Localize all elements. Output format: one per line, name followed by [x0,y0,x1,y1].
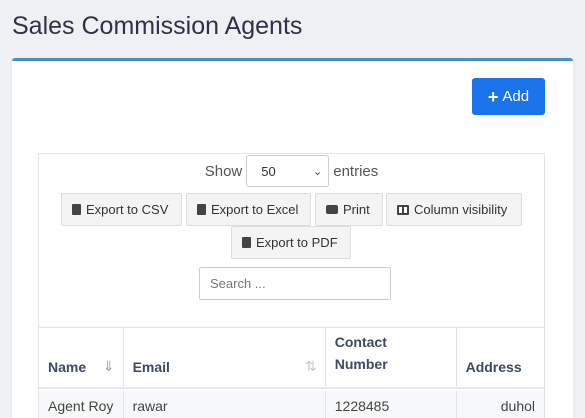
show-label: Show [204,162,243,180]
column-header-contact-line2: Number [334,356,388,372]
export-csv-button[interactable]: Export to CSV [61,193,182,226]
print-icon [326,205,338,214]
export-excel-label: Export to Excel [211,202,299,217]
export-pdf-label: Export to PDF [256,235,338,250]
datatable-wrapper: Show 50 ⌄ entries Export to CSV Export t… [38,153,545,418]
columns-icon [397,204,409,215]
entries-length-control: Show 50 ⌄ entries [39,154,544,188]
print-button[interactable]: Print [315,193,383,226]
excel-file-icon [197,204,206,215]
column-header-address-label: Address [465,359,522,375]
column-visibility-label: Column visibility [414,202,508,217]
column-header-contact-line1: Contact [334,334,387,350]
table-header: Name ⇓ Email ⇅ Contact Number Address [39,327,544,389]
column-header-address[interactable]: Address [457,328,544,387]
cell-contact: 1228485 [326,391,457,418]
agents-card: + Add Show 50 ⌄ entries Export to CSV Ex… [12,58,573,418]
entries-label: entries [333,162,379,180]
export-pdf-button[interactable]: Export to PDF [231,226,351,259]
table-row[interactable]: Agent Roy rawar 1228485 duhol [39,391,544,418]
add-button[interactable]: + Add [472,78,545,115]
column-header-email[interactable]: Email ⇅ [124,328,326,387]
column-header-name-label: Name [48,359,87,375]
export-csv-label: Export to CSV [86,202,169,217]
csv-file-icon [72,204,81,215]
column-header-contact-number[interactable]: Contact Number [326,328,457,387]
column-header-email-label: Email [132,359,170,375]
add-button-label: Add [502,88,530,105]
entries-select-value: 50 [261,163,276,179]
sort-asc-icon: ⇓ [102,358,115,374]
export-excel-button[interactable]: Export to Excel [186,193,311,226]
chevron-down-icon: ⌄ [313,165,323,178]
page-title: Sales Commission Agents [12,12,303,40]
entries-select[interactable]: 50 ⌄ [246,155,330,187]
search-placeholder: Search ... [210,276,266,291]
column-visibility-button[interactable]: Column visibility [386,193,522,226]
cell-email: rawar [124,391,326,418]
search-input[interactable]: Search ... [199,267,391,300]
print-label: Print [343,202,370,217]
cell-name: Agent Roy [39,391,124,418]
plus-icon: + [487,86,499,107]
column-header-name[interactable]: Name ⇓ [39,328,124,387]
pdf-file-icon [242,237,251,248]
cell-address: duhol [500,398,536,414]
sort-both-icon: ⇅ [305,358,317,374]
